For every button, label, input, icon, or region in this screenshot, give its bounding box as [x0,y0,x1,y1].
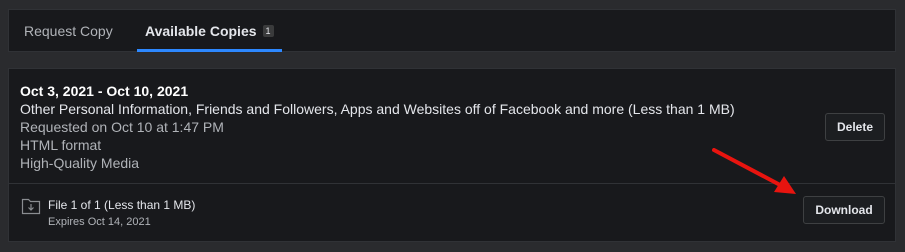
delete-button[interactable]: Delete [825,113,885,141]
copy-format: HTML format [20,137,102,153]
copy-description: Other Personal Information, Friends and … [20,101,735,117]
tab-available-copies[interactable]: Available Copies 1 [137,10,282,52]
tab-request-copy[interactable]: Request Copy [24,10,113,52]
copy-date-range: Oct 3, 2021 - Oct 10, 2021 [20,83,189,99]
file-title: File 1 of 1 (Less than 1 MB) [48,198,196,212]
tab-available-copies-label: Available Copies [145,23,257,39]
tabs-bar: Request Copy Available Copies 1 [8,9,896,52]
file-expiry: Expires Oct 14, 2021 [48,216,151,228]
folder-download-icon [21,198,41,215]
download-button[interactable]: Download [803,196,885,224]
copy-media-quality: High-Quality Media [20,155,140,171]
copy-details: Oct 3, 2021 - Oct 10, 2021 Other Persona… [20,82,745,172]
tab-count-badge: 1 [262,25,274,37]
copy-requested-date: Requested on Oct 10 at 1:47 PM [20,119,224,135]
red-arrow-icon [712,148,796,194]
tab-request-copy-label: Request Copy [24,23,113,39]
